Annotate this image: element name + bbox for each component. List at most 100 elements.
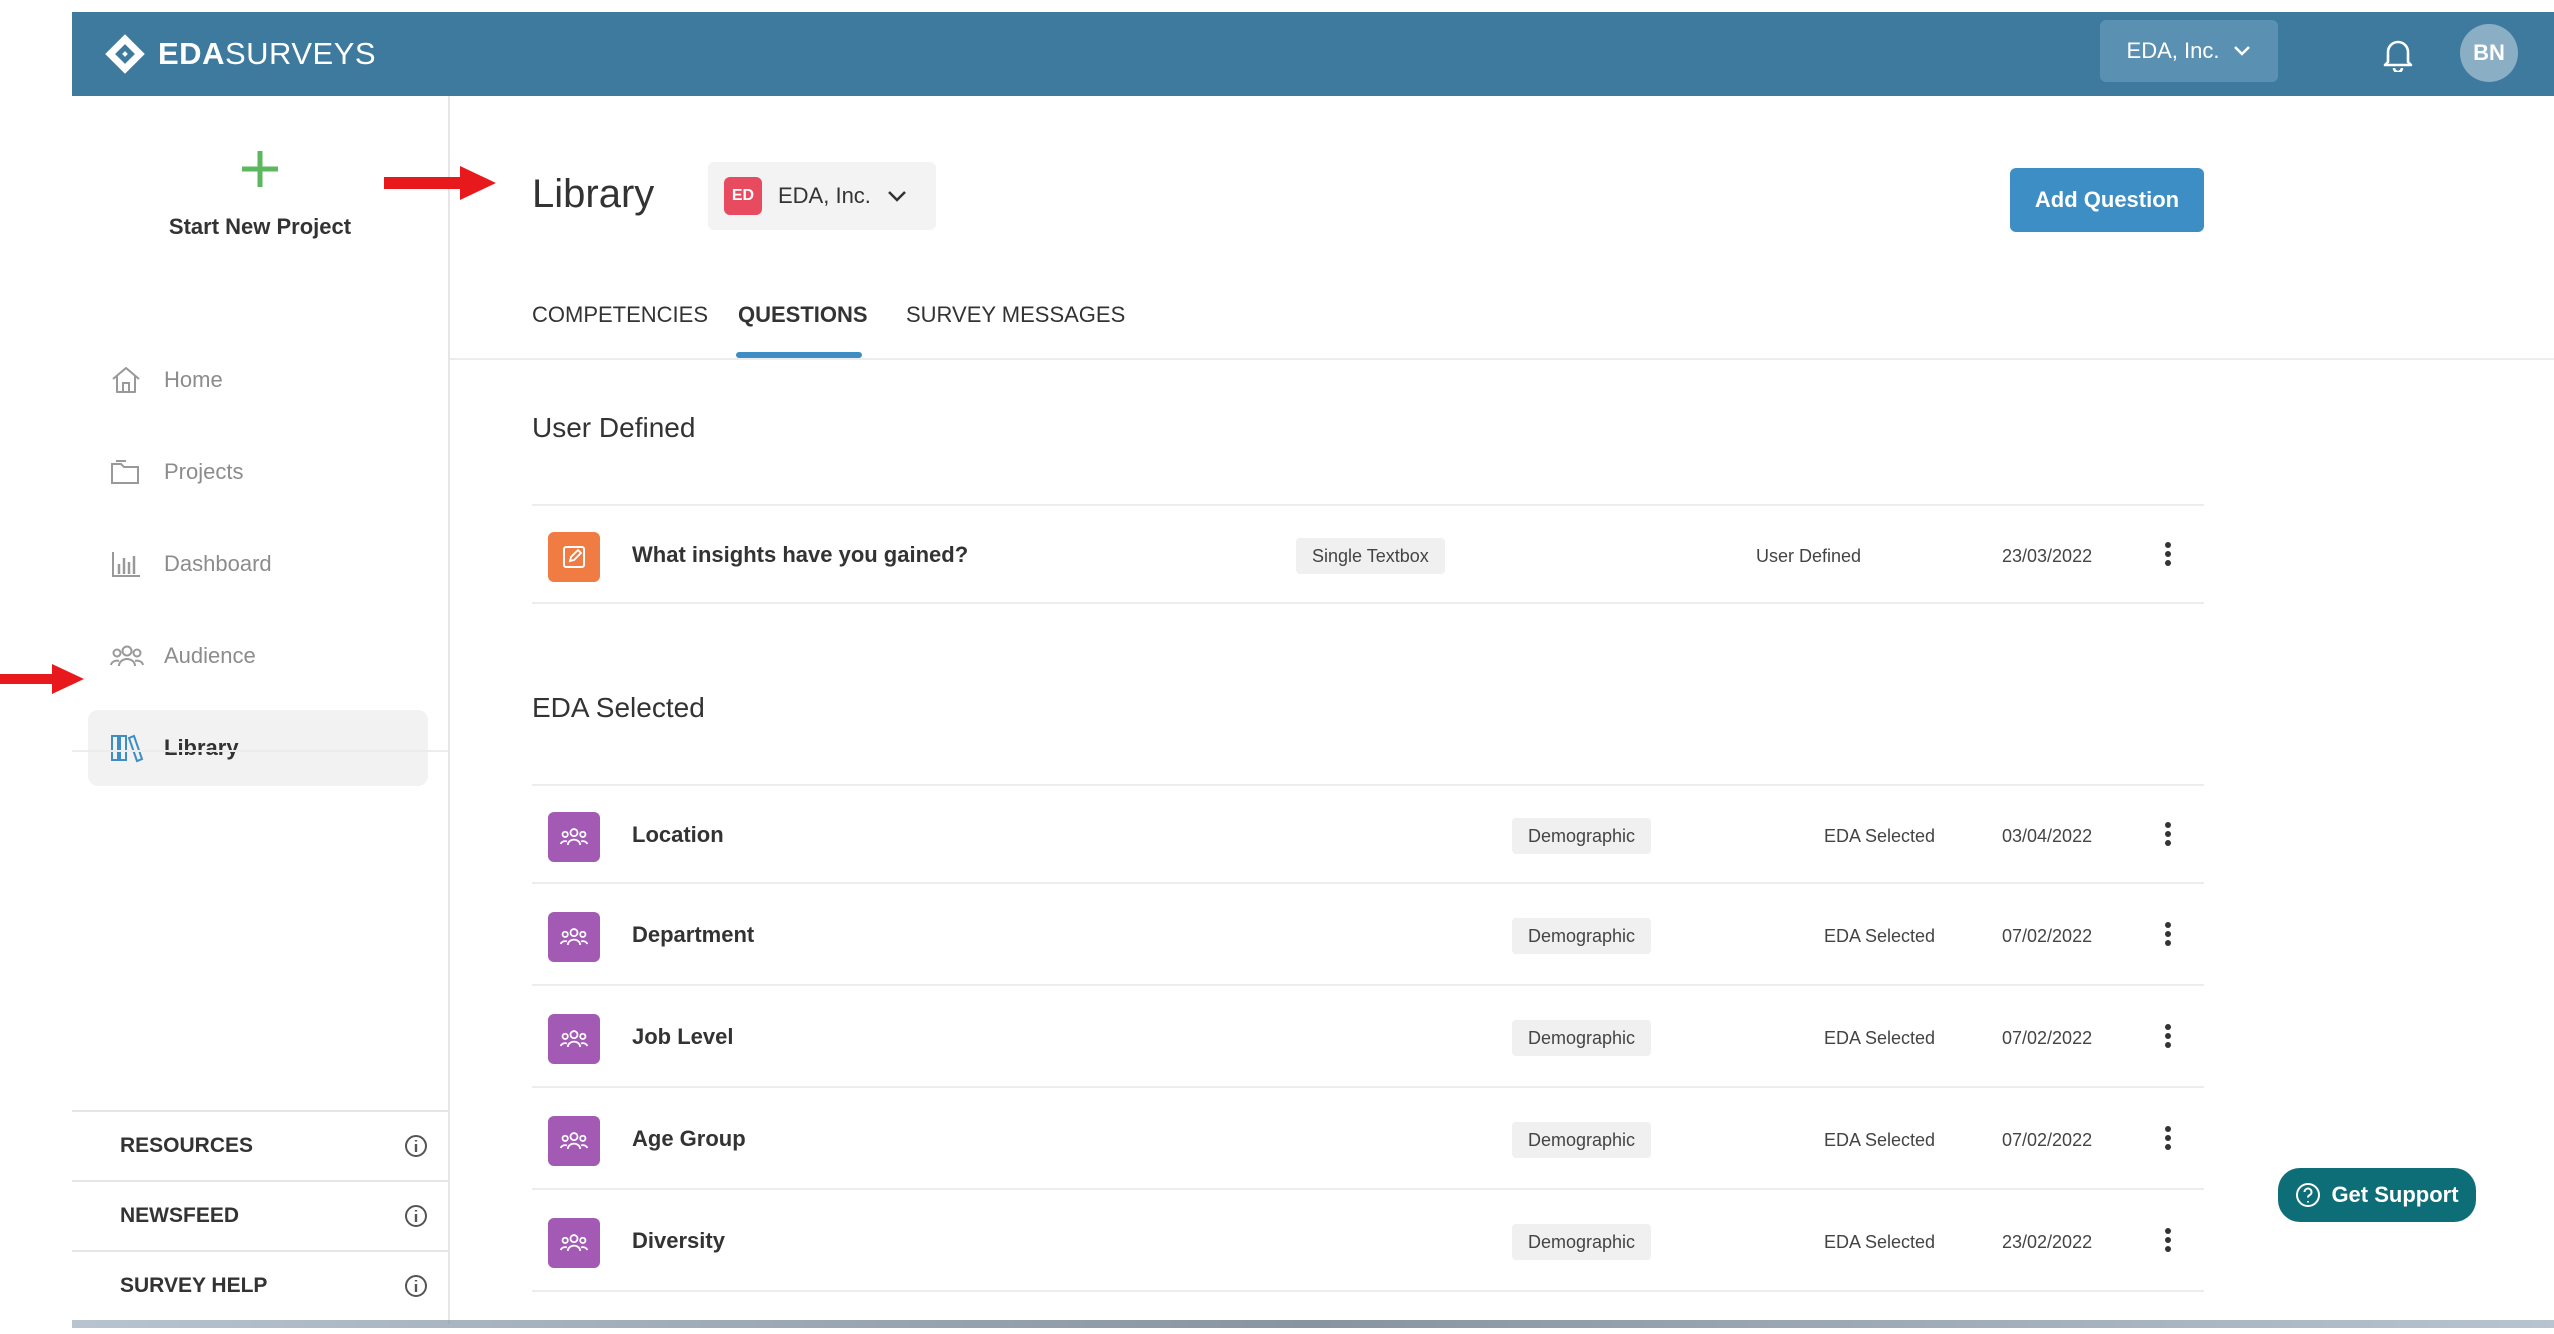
bell-icon	[2383, 40, 2413, 72]
sidebar-item-audience[interactable]: Audience	[88, 618, 428, 694]
user-avatar[interactable]: BN	[2460, 24, 2518, 82]
library-org-dropdown[interactable]: ED EDA, Inc.	[708, 162, 936, 230]
question-row[interactable]: Department Demographic EDA Selected 07/02/2…	[532, 886, 2204, 986]
annotation-arrow-icon	[384, 166, 496, 200]
question-text: Diversity	[632, 1228, 725, 1253]
users-icon	[548, 1116, 600, 1166]
sidebar-item-label: Library	[164, 735, 239, 760]
question-text: Department	[632, 922, 755, 947]
question-type-tag: Demographic	[1512, 1224, 1652, 1260]
question-source: EDA Selected	[1824, 1028, 1936, 1048]
sidebar-item-label: Dashboard	[164, 551, 272, 576]
home-icon	[110, 363, 144, 397]
kebab-menu-icon	[2165, 1024, 2171, 1048]
question-source: EDA Selected	[1824, 826, 1936, 846]
sidebar-item-dashboard[interactable]: Dashboard	[88, 526, 428, 602]
folder-icon	[110, 455, 144, 489]
notifications-button[interactable]	[2374, 30, 2422, 78]
question-source: User Defined	[1756, 546, 1862, 566]
question-text: Location	[632, 822, 724, 847]
question-row[interactable]: Age Group Demographic EDA Selected 07/02/20…	[532, 1090, 2204, 1190]
question-type-tag: Demographic	[1512, 1122, 1652, 1158]
users-icon	[548, 812, 600, 862]
sidebar-item-label: Audience	[164, 643, 256, 668]
resources-link[interactable]: RESOURCES	[72, 1110, 448, 1180]
question-row[interactable]: What insights have you gained? Single Te…	[532, 504, 2204, 604]
chevron-down-icon	[888, 191, 906, 202]
resources-label: RESOURCES	[120, 1134, 254, 1157]
info-icon[interactable]	[404, 1204, 428, 1228]
logo-text-bold: EDA	[158, 36, 225, 71]
logo-text: EDASURVEYS	[158, 36, 376, 72]
sidebar-item-library[interactable]: Library	[88, 710, 428, 786]
section-title-user-defined: User Defined	[532, 412, 696, 443]
more-options-button[interactable]	[2158, 914, 2178, 954]
more-options-button[interactable]	[2158, 1220, 2178, 1260]
question-type-tag: Demographic	[1512, 918, 1652, 954]
info-icon[interactable]	[404, 1134, 428, 1158]
help-circle-icon	[2296, 1183, 2321, 1207]
sidebar-item-label: Home	[164, 367, 223, 392]
get-support-label: Get Support	[2331, 1182, 2459, 1207]
top-bar: EDASURVEYS EDA, Inc. BN	[72, 12, 2554, 96]
question-date: 07/02/2022	[2002, 926, 2093, 946]
question-type-tag: Single Textbox	[1296, 538, 1445, 574]
add-question-button[interactable]: Add Question	[2010, 168, 2204, 232]
org-name: EDA, Inc.	[778, 183, 871, 208]
eda-surveys-logo[interactable]: EDASURVEYS	[102, 30, 376, 78]
diamond-logo-icon	[105, 34, 145, 74]
get-support-button[interactable]: Get Support	[2278, 1168, 2476, 1222]
tab-competencies[interactable]: COMPETENCIES	[532, 302, 708, 328]
kebab-menu-icon	[2165, 922, 2171, 946]
library-icon	[110, 731, 144, 765]
users-icon	[548, 1014, 600, 1064]
info-icon[interactable]	[404, 1274, 428, 1298]
survey-help-label: SURVEY HELP	[120, 1274, 268, 1297]
question-source: EDA Selected	[1824, 926, 1936, 946]
more-options-button[interactable]	[2158, 534, 2178, 574]
sidebar-item-projects[interactable]: Projects	[88, 434, 428, 510]
tab-questions[interactable]: QUESTIONS	[738, 302, 868, 328]
more-options-button[interactable]	[2158, 814, 2178, 854]
question-source: EDA Selected	[1824, 1232, 1936, 1252]
main-content: Library ED EDA, Inc. Add Question COMPET…	[450, 96, 2554, 1324]
more-options-button[interactable]	[2158, 1016, 2178, 1056]
question-source: EDA Selected	[1824, 1130, 1936, 1150]
question-type-tag: Demographic	[1512, 818, 1652, 854]
tab-survey-messages[interactable]: SURVEY MESSAGES	[906, 302, 1125, 328]
sidebar-item-label: Projects	[164, 459, 244, 484]
users-icon	[548, 1218, 600, 1268]
survey-help-link[interactable]: SURVEY HELP	[72, 1250, 448, 1320]
question-text: Job Level	[632, 1024, 734, 1049]
question-row[interactable]: Location Demographic EDA Selected 03/04/202…	[532, 784, 2204, 884]
sidebar: Start New Project Home Projects Dashboar…	[72, 96, 450, 1324]
newsfeed-link[interactable]: NEWSFEED	[72, 1180, 448, 1250]
sidebar-divider	[72, 750, 448, 752]
logo-text-light: SURVEYS	[224, 36, 377, 71]
bar-chart-icon	[110, 547, 144, 581]
question-date: 23/03/2022	[2002, 546, 2093, 566]
question-row[interactable]: Diversity Demographic EDA Selected 23/02/20…	[532, 1192, 2204, 1292]
users-icon	[548, 912, 600, 962]
org-badge: ED	[724, 177, 762, 215]
question-text: Age Group	[632, 1126, 746, 1151]
kebab-menu-icon	[2165, 822, 2171, 846]
annotation-arrow-icon	[0, 664, 84, 694]
question-type-tag: Demographic	[1512, 1020, 1652, 1056]
section-title-eda-selected: EDA Selected	[532, 692, 705, 723]
more-options-button[interactable]	[2158, 1118, 2178, 1158]
edit-icon	[548, 532, 600, 582]
question-row[interactable]: Job Level Demographic EDA Selected 07/02/20…	[532, 988, 2204, 1088]
org-switcher-dropdown[interactable]: EDA, Inc.	[2100, 20, 2278, 82]
bottom-scrollbar[interactable]	[72, 1320, 2554, 1328]
question-text: What insights have you gained?	[632, 542, 969, 567]
question-date: 23/02/2022	[2002, 1232, 2093, 1252]
users-icon	[110, 639, 144, 673]
start-new-project-label: Start New Project	[168, 214, 352, 239]
question-date: 03/04/2022	[2002, 826, 2093, 846]
question-date: 07/02/2022	[2002, 1028, 2093, 1048]
sidebar-item-home[interactable]: Home	[88, 342, 428, 418]
kebab-menu-icon	[2165, 542, 2171, 566]
org-switcher-label: EDA, Inc.	[2126, 38, 2220, 63]
chevron-down-icon	[2234, 46, 2251, 56]
